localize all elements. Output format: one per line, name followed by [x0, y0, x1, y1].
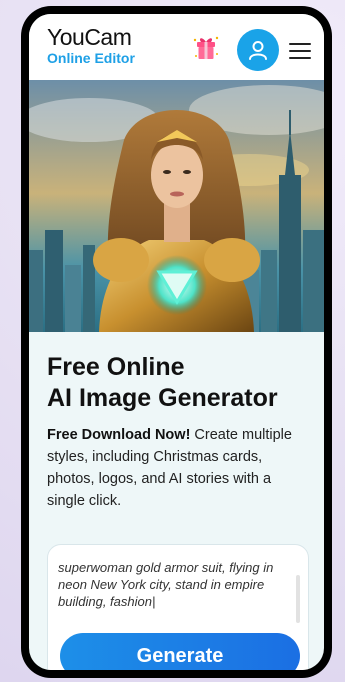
title-line-1: Free Online	[47, 353, 185, 381]
hero-illustration	[29, 80, 324, 332]
title-line-2: AI Image Generator	[47, 384, 278, 412]
free-download-link[interactable]: Free Download Now!	[47, 427, 190, 443]
top-header: YouCam Online Editor	[29, 14, 324, 80]
prompt-scrollbar[interactable]	[296, 575, 300, 623]
hamburger-menu-icon[interactable]	[289, 43, 311, 59]
phone-frame: YouCam Online Editor Free Online AI Imag…	[21, 6, 332, 678]
intro-section: Free Online AI Image Generator Free Down…	[47, 352, 309, 512]
phone-screen: YouCam Online Editor Free Online AI Imag…	[29, 14, 324, 670]
user-account-button[interactable]	[237, 29, 279, 71]
gift-icon[interactable]	[193, 34, 219, 62]
logo-subtitle: Online Editor	[47, 50, 135, 66]
youcam-logo[interactable]: YouCam Online Editor	[47, 26, 135, 67]
user-icon	[249, 41, 267, 60]
intro-description: Free Download Now! Create multiple style…	[47, 424, 309, 512]
page-title: Free Online AI Image Generator	[47, 352, 309, 414]
prompt-input[interactable]: superwoman gold armor suit, flying in ne…	[58, 559, 290, 610]
prompt-card: superwoman gold armor suit, flying in ne…	[47, 544, 309, 670]
hero-image	[29, 80, 324, 332]
logo-title: YouCam	[47, 24, 132, 50]
generate-button[interactable]: Generate	[60, 633, 300, 670]
